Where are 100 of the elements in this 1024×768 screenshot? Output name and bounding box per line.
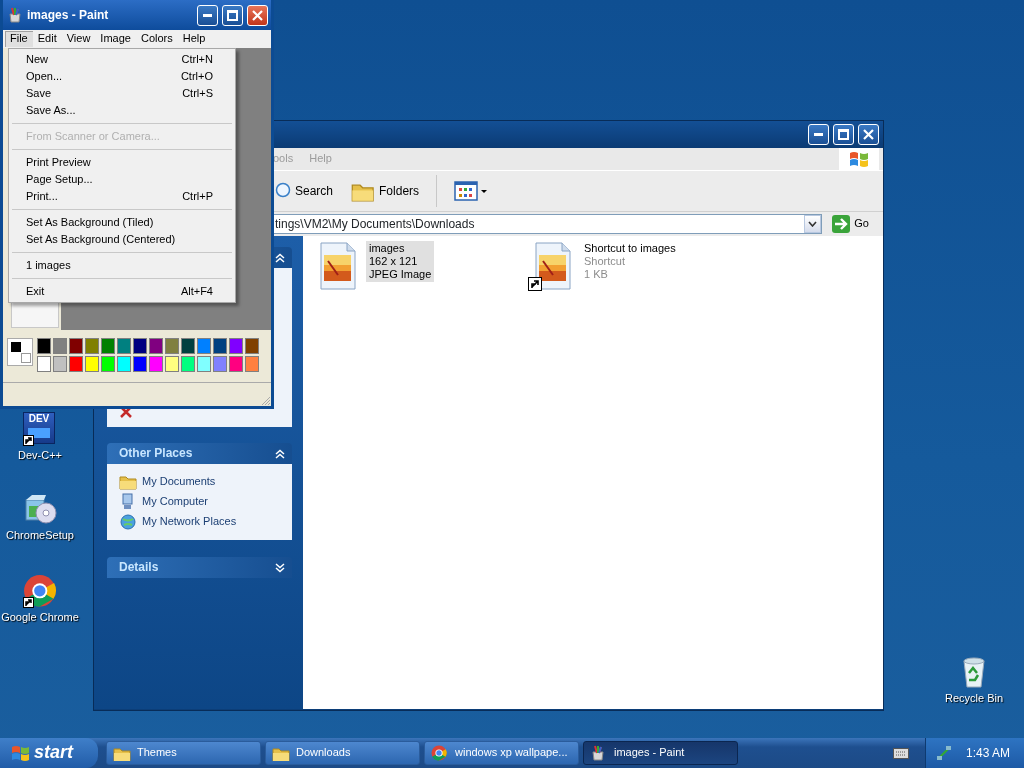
color-swatch[interactable] [213,338,227,354]
menu-item[interactable]: Save As... [9,102,235,119]
minimize-icon [814,133,823,136]
image-file-icon [533,241,573,291]
dropdown-button[interactable] [804,215,822,233]
network-status-icon [935,745,952,761]
maximize-icon [838,129,849,140]
menu-item[interactable]: Set As Background (Tiled) [9,214,235,231]
color-swatch[interactable] [133,356,147,372]
close-icon [252,9,263,21]
windows-flag-icon [848,150,870,168]
panel-header[interactable]: Other Places [107,443,292,464]
color-swatch[interactable] [149,356,163,372]
maximize-button[interactable] [222,4,243,26]
search-icon [275,182,291,200]
menu-item[interactable]: Page Setup... [9,171,235,188]
minimize-button[interactable] [197,4,218,26]
color-swatch[interactable] [53,356,67,372]
menu-item[interactable]: Help [177,31,211,47]
minimize-button[interactable] [808,124,829,145]
start-button[interactable]: start [0,738,98,768]
chrome-icon[interactable] [23,574,57,608]
network-icon [119,513,137,531]
current-colors[interactable] [7,338,33,366]
color-swatch[interactable] [101,338,115,354]
color-swatch[interactable] [117,356,131,372]
color-swatch[interactable] [101,356,115,372]
paint-icon [7,7,23,23]
panel-link[interactable]: My Computer [119,492,209,512]
color-swatch[interactable] [37,356,51,372]
color-swatch[interactable] [181,356,195,372]
minimize-icon [203,13,212,17]
color-swatch[interactable] [229,338,243,354]
menu-item[interactable]: Exit Alt+F4 [9,283,235,300]
panel-link[interactable]: My Documents [119,472,216,492]
menu-item[interactable]: Print Preview [9,154,235,171]
color-swatch[interactable] [133,338,147,354]
program-icon[interactable]: DEV [23,412,55,444]
installer-icon[interactable] [23,492,57,526]
menu-item[interactable]: Set As Background (Centered) [9,231,235,248]
image-file-icon [318,241,358,291]
icon-label[interactable]: Dev-C++ [0,449,80,463]
color-swatch[interactable] [53,338,67,354]
menu-item[interactable]: Edit [32,31,62,47]
foreground-color-swatch[interactable] [11,342,21,352]
taskbar-button[interactable]: Themes [106,741,261,765]
color-swatch[interactable] [117,338,131,354]
taskbar-button[interactable]: images - Paint [583,741,738,765]
color-swatch[interactable] [165,356,179,372]
file-entry[interactable]: Shortcut to images Shortcut 1 KB [581,241,679,282]
menu-item[interactable]: Open... Ctrl+O [9,68,235,85]
menu-item[interactable]: 1 images [9,257,235,274]
panel-link[interactable]: My Network Places [119,512,237,532]
color-swatch[interactable] [245,338,259,354]
background-color-swatch[interactable] [21,353,31,363]
color-swatch[interactable] [245,356,259,372]
taskbar-button[interactable]: Downloads [265,741,420,765]
menu-item[interactable]: Print... Ctrl+P [9,188,235,205]
color-swatch[interactable] [213,356,227,372]
keyboard-icon [892,747,909,759]
color-swatch[interactable] [85,356,99,372]
address-field[interactable]: tings\VM2\My Documents\Downloads [272,214,823,234]
icon-label[interactable]: Google Chrome [0,611,80,625]
go-button[interactable]: Go [830,215,871,233]
arrow-icon [832,215,851,233]
panel-title: Details [119,560,159,575]
menu-item[interactable]: Save Ctrl+S [9,85,235,102]
icon-label[interactable]: Recycle Bin [934,692,1014,706]
file-entry[interactable]: images 162 x 121 JPEG Image [366,241,435,282]
folders-button[interactable]: Folders [348,178,423,204]
color-swatch[interactable] [197,356,211,372]
folder-icon [119,473,137,491]
folder-icon [272,745,290,761]
color-swatch[interactable] [69,356,83,372]
clock: 1:43 AM [965,745,1010,761]
folder-icon [113,745,131,761]
panel-header[interactable]: Details [107,557,292,578]
color-swatch[interactable] [69,338,83,354]
color-swatch[interactable] [165,338,179,354]
resize-grip-icon [261,396,271,406]
color-swatch[interactable] [149,338,163,354]
search-button[interactable]: Search [272,180,337,202]
color-swatch[interactable] [37,338,51,354]
window-title: images - Paint [27,7,109,23]
color-swatch[interactable] [229,356,243,372]
close-button[interactable] [858,124,879,145]
menu-item[interactable]: File [5,31,33,47]
icon-label[interactable]: ChromeSetup [0,529,80,543]
views-icon [454,180,489,202]
menu-item[interactable]: View [61,31,96,47]
close-icon [863,129,874,140]
menu-item[interactable]: New Ctrl+N [9,51,235,68]
color-swatch[interactable] [197,338,211,354]
color-swatch[interactable] [85,338,99,354]
maximize-button[interactable] [833,124,854,145]
taskbar-button[interactable]: windows xp wallpape... [424,741,579,765]
color-swatch[interactable] [181,338,195,354]
close-button[interactable] [247,4,268,26]
menu-item[interactable]: Colors [135,31,178,47]
menu-item[interactable]: Image [95,31,136,47]
